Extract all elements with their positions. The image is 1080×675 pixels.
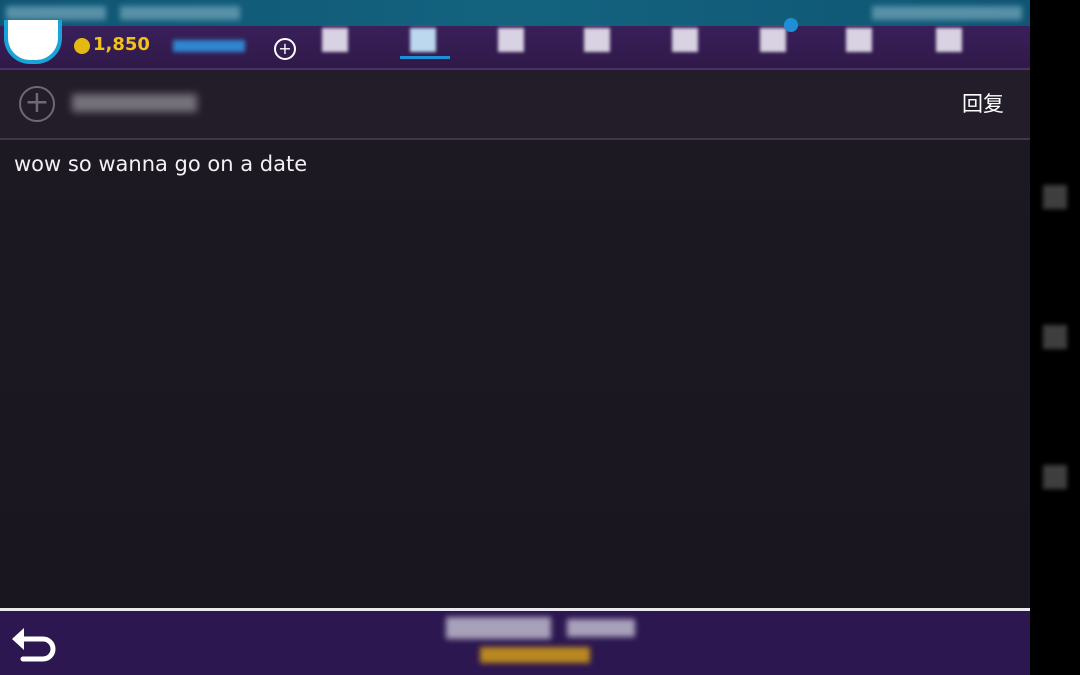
app-window: 1,850 + + 回复 wow so wanna go on a date (0, 0, 1030, 675)
message-text: wow so wanna go on a date (14, 152, 308, 176)
status-blurred-text (6, 6, 106, 20)
nav-more-icon[interactable] (932, 26, 968, 60)
nav-inbox-icon[interactable] (400, 26, 450, 60)
home-icon[interactable] (1038, 320, 1072, 354)
system-back-icon[interactable] (1038, 460, 1072, 494)
nav-rooms-icon[interactable] (842, 26, 878, 60)
android-system-bar (1030, 0, 1080, 675)
footer-blurred-reward (480, 647, 590, 663)
sender-name-blurred (72, 94, 197, 112)
add-coins-button[interactable]: + (274, 38, 296, 60)
nav-gift-box-icon[interactable] (756, 18, 798, 60)
message-body: wow so wanna go on a date (0, 140, 1030, 608)
nav-shop-icon[interactable] (668, 26, 704, 60)
footer-blurred-text (567, 619, 635, 637)
nav-travel-icon[interactable] (580, 26, 616, 60)
top-nav: 1,850 + (0, 18, 1030, 70)
nav-profile-icon[interactable] (318, 26, 354, 60)
message-header: + 回复 (0, 70, 1030, 140)
status-blurred-text (120, 6, 240, 20)
status-bar (0, 0, 1030, 26)
notification-badge (784, 18, 798, 32)
reply-button[interactable]: 回复 (962, 88, 1004, 118)
add-friend-button[interactable]: + (19, 86, 55, 122)
back-button[interactable] (9, 619, 63, 669)
footer-blurred-text (446, 617, 551, 639)
currency-blurred (173, 40, 245, 52)
coin-count: 1,850 (93, 34, 150, 55)
status-blurred-icons (872, 6, 1022, 20)
app-logo[interactable] (4, 20, 62, 64)
nav-friends-icon[interactable] (494, 26, 530, 60)
recent-apps-icon[interactable] (1038, 180, 1072, 214)
back-arrow-icon (12, 628, 56, 662)
bottom-bar (0, 608, 1030, 675)
coin-icon (74, 38, 90, 54)
